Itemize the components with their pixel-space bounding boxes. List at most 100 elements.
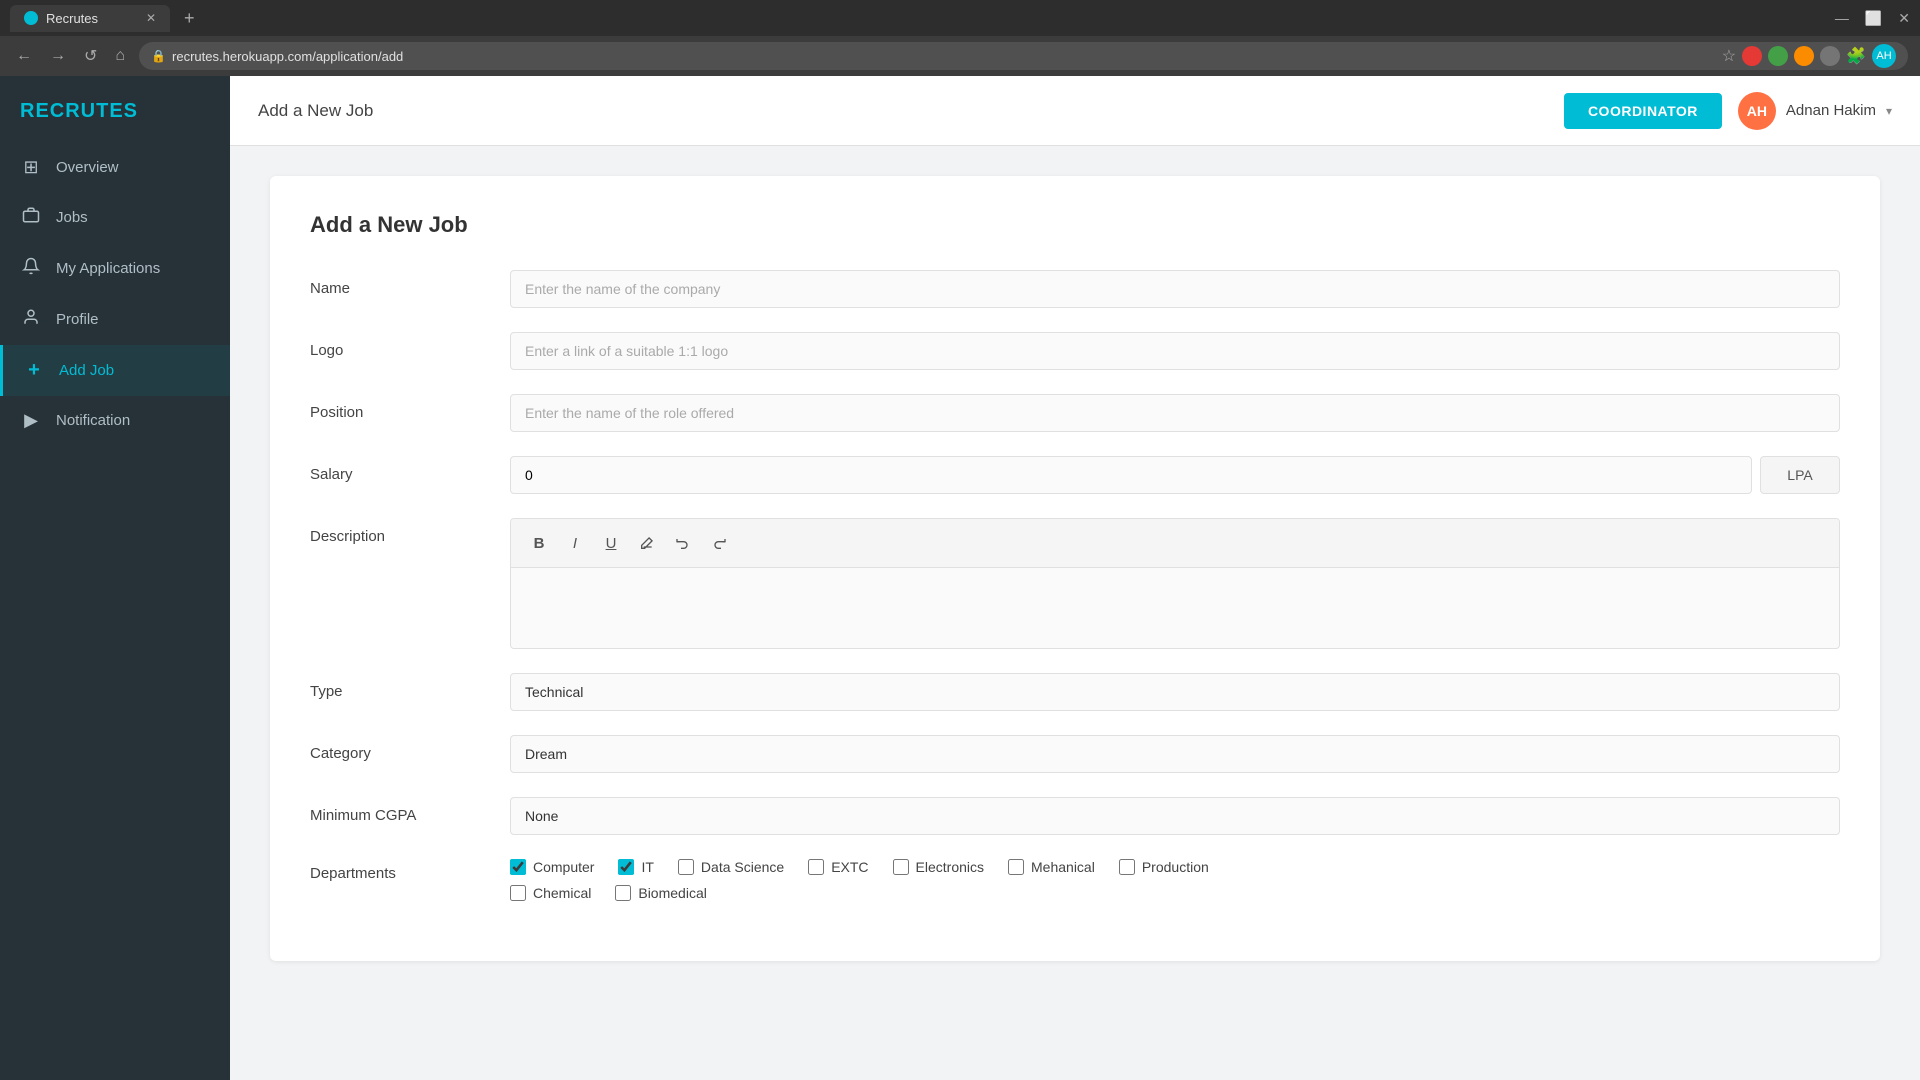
dept-production-checkbox[interactable] — [1119, 859, 1135, 875]
dept-extc-label: EXTC — [831, 859, 868, 875]
dept-computer-checkbox[interactable] — [510, 859, 526, 875]
sidebar-item-label: Add Job — [59, 362, 114, 379]
logo-input[interactable] — [510, 332, 1840, 370]
dept-it[interactable]: IT — [618, 859, 653, 875]
dept-mehanical-label: Mehanical — [1031, 859, 1095, 875]
sidebar-item-label: Profile — [56, 311, 99, 328]
form-row-salary: Salary LPA — [310, 456, 1840, 494]
min-cgpa-field: None 6.0 6.5 7.0 7.5 8.0 — [510, 797, 1840, 835]
dept-chemical-label: Chemical — [533, 885, 591, 901]
salary-input[interactable] — [510, 456, 1752, 494]
dept-biomedical[interactable]: Biomedical — [615, 885, 706, 901]
dept-data-science[interactable]: Data Science — [678, 859, 784, 875]
position-input[interactable] — [510, 394, 1840, 432]
salary-field: LPA — [510, 456, 1840, 494]
position-label: Position — [310, 394, 510, 421]
dept-production[interactable]: Production — [1119, 859, 1209, 875]
ext-icon-acrobat[interactable] — [1742, 46, 1762, 66]
form-row-position: Position — [310, 394, 1840, 432]
form-row-logo: Logo — [310, 332, 1840, 370]
dept-it-checkbox[interactable] — [618, 859, 634, 875]
dept-computer-label: Computer — [533, 859, 594, 875]
browser-chrome: Recrutes ✕ + — ⬜ ✕ — [0, 0, 1920, 36]
dept-biomedical-checkbox[interactable] — [615, 885, 631, 901]
sidebar-nav: ⊞ Overview Jobs My Applications Prof — [0, 143, 230, 1080]
sidebar-item-overview[interactable]: ⊞ Overview — [0, 143, 230, 192]
topbar-breadcrumb: Add a New Job — [258, 101, 1548, 121]
form-row-departments: Departments Computer IT — [310, 859, 1840, 901]
category-select[interactable]: Dream Super Dream Open Dream — [510, 735, 1840, 773]
undo-btn[interactable] — [667, 527, 699, 559]
dept-chemical-checkbox[interactable] — [510, 885, 526, 901]
close-btn[interactable]: ✕ — [1898, 10, 1910, 27]
dept-electronics[interactable]: Electronics — [893, 859, 984, 875]
profile-icon — [20, 308, 42, 331]
dept-chemical[interactable]: Chemical — [510, 885, 591, 901]
type-select[interactable]: Technical Non-Technical Management — [510, 673, 1840, 711]
min-cgpa-select[interactable]: None 6.0 6.5 7.0 7.5 8.0 — [510, 797, 1840, 835]
description-field: B I U — [510, 518, 1840, 649]
topbar: Add a New Job COORDINATOR AH Adnan Hakim… — [230, 76, 1920, 146]
user-info[interactable]: AH Adnan Hakim ▾ — [1738, 92, 1892, 130]
dept-mehanical-checkbox[interactable] — [1008, 859, 1024, 875]
browser-user-avatar[interactable]: AH — [1872, 44, 1896, 68]
user-initials: AH — [1747, 103, 1767, 119]
address-bar[interactable]: 🔒 recrutes.herokuapp.com/application/add… — [139, 42, 1908, 70]
dept-computer[interactable]: Computer — [510, 859, 594, 875]
bold-btn[interactable]: B — [523, 527, 555, 559]
dept-electronics-label: Electronics — [916, 859, 984, 875]
sidebar-item-my-applications[interactable]: My Applications — [0, 243, 230, 294]
tab-close-btn[interactable]: ✕ — [146, 11, 156, 25]
sidebar-item-notification[interactable]: ▶ Notification — [0, 396, 230, 445]
coordinator-button[interactable]: COORDINATOR — [1564, 93, 1722, 129]
nav-home-btn[interactable]: ⌂ — [111, 43, 129, 69]
star-icon[interactable]: ☆ — [1722, 46, 1736, 66]
underline-btn[interactable]: U — [595, 527, 627, 559]
dept-biomedical-label: Biomedical — [638, 885, 706, 901]
dept-extc[interactable]: EXTC — [808, 859, 868, 875]
form-row-category: Category Dream Super Dream Open Dream — [310, 735, 1840, 773]
sidebar-item-profile[interactable]: Profile — [0, 294, 230, 345]
sidebar-item-jobs[interactable]: Jobs — [0, 192, 230, 243]
page-body: Add a New Job Name Logo P — [230, 146, 1920, 1080]
main-content: Add a New Job COORDINATOR AH Adnan Hakim… — [230, 76, 1920, 1080]
window-controls: — ⬜ ✕ — [1835, 10, 1910, 27]
browser-tab[interactable]: Recrutes ✕ — [10, 5, 170, 32]
ext-icon-g1[interactable] — [1768, 46, 1788, 66]
user-dropdown-arrow[interactable]: ▾ — [1886, 104, 1892, 118]
sidebar-item-add-job[interactable]: + Add Job — [0, 345, 230, 396]
salary-label: Salary — [310, 456, 510, 483]
dept-data-science-checkbox[interactable] — [678, 859, 694, 875]
departments-row-2: Chemical Biomedical — [510, 885, 1840, 901]
erase-btn[interactable] — [631, 527, 663, 559]
dept-it-label: IT — [641, 859, 653, 875]
type-label: Type — [310, 673, 510, 700]
description-editor[interactable] — [511, 568, 1839, 648]
dept-extc-checkbox[interactable] — [808, 859, 824, 875]
my-applications-icon — [20, 257, 42, 280]
ext-icon-g2[interactable] — [1794, 46, 1814, 66]
ext-icon-g3[interactable] — [1820, 46, 1840, 66]
description-label: Description — [310, 518, 510, 545]
dept-electronics-checkbox[interactable] — [893, 859, 909, 875]
new-tab-btn[interactable]: + — [178, 8, 201, 29]
sidebar-item-label: Overview — [56, 159, 119, 176]
redo-btn[interactable] — [703, 527, 735, 559]
category-label: Category — [310, 735, 510, 762]
name-input[interactable] — [510, 270, 1840, 308]
min-cgpa-label: Minimum CGPA — [310, 797, 510, 824]
nav-back-btn[interactable]: ← — [12, 43, 36, 69]
logo-label: Logo — [310, 332, 510, 359]
overview-icon: ⊞ — [20, 157, 42, 178]
form-row-description: Description B I U — [310, 518, 1840, 649]
sidebar-item-label: Jobs — [56, 209, 88, 226]
minimize-btn[interactable]: — — [1835, 10, 1849, 27]
sidebar-item-label: Notification — [56, 412, 130, 429]
nav-refresh-btn[interactable]: ↺ — [80, 42, 101, 70]
italic-btn[interactable]: I — [559, 527, 591, 559]
maximize-btn[interactable]: ⬜ — [1865, 10, 1882, 27]
name-field — [510, 270, 1840, 308]
nav-forward-btn[interactable]: → — [46, 43, 70, 69]
extensions-icon[interactable]: 🧩 — [1846, 46, 1866, 66]
dept-mehanical[interactable]: Mehanical — [1008, 859, 1095, 875]
